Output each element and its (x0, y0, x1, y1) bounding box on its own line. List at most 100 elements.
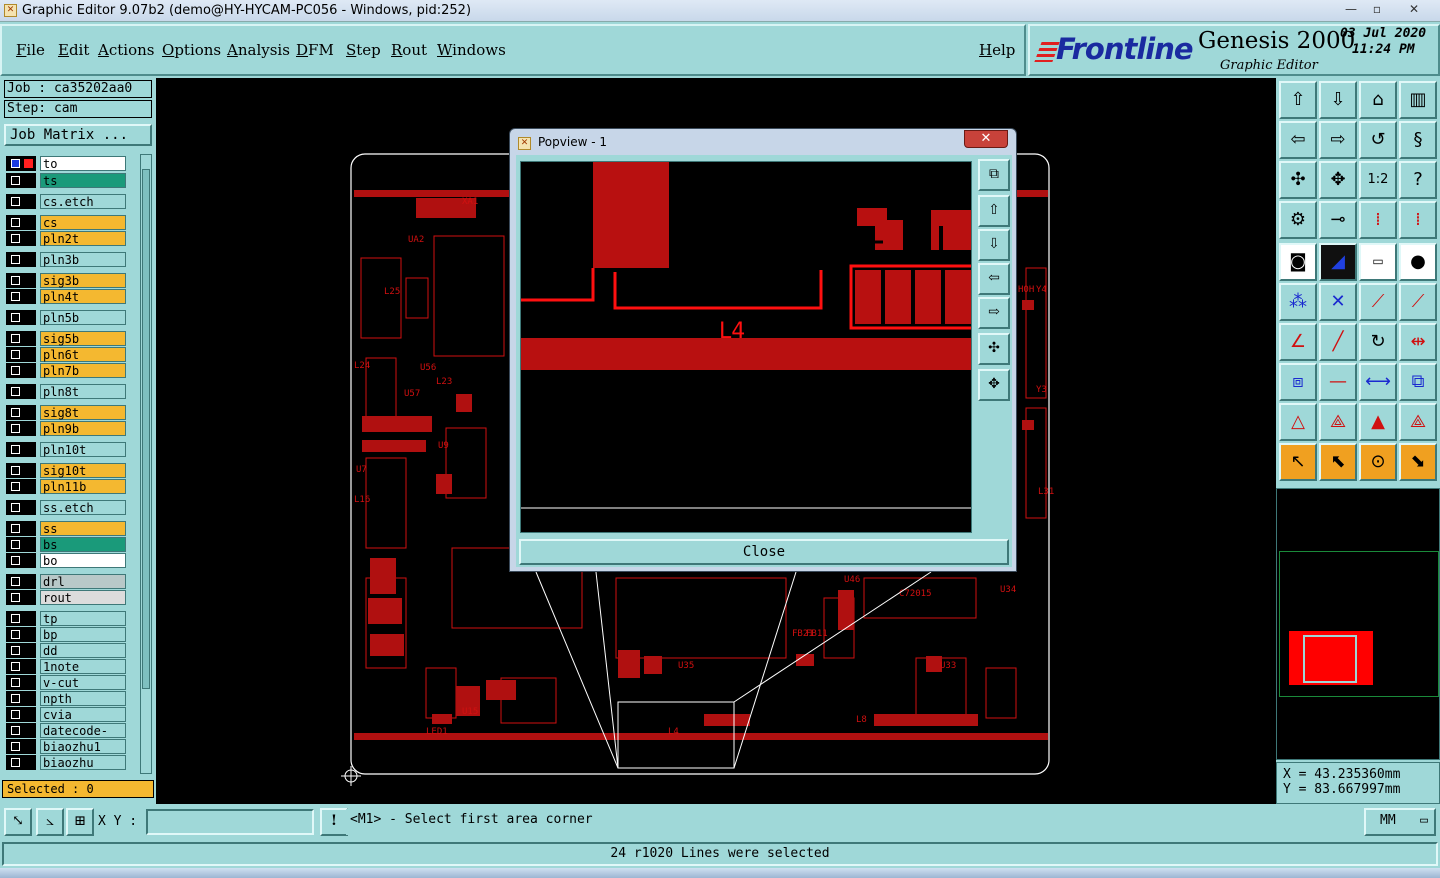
layer-visibility-checkbox[interactable] (6, 215, 36, 230)
restore-button[interactable]: ▫ (1364, 1, 1390, 19)
layer-name[interactable]: pln7b (40, 363, 126, 378)
layer-name[interactable]: cvia (40, 707, 126, 722)
layer-name[interactable]: ss (40, 521, 126, 536)
layer-name[interactable]: sig10t (40, 463, 126, 478)
menu-options[interactable]: Options (162, 41, 221, 59)
layer-visibility-checkbox[interactable] (6, 231, 36, 246)
layer-row[interactable]: ss (4, 521, 140, 536)
ruler-icon[interactable]: ▭ (1359, 243, 1397, 281)
align-icon[interactable]: ⟷ (1359, 363, 1397, 401)
overview-viewport[interactable] (1303, 635, 1357, 683)
scrollbar-thumb[interactable] (142, 169, 150, 689)
layer-name[interactable]: pln10t (40, 442, 126, 457)
popview-pan-up-icon[interactable]: ⇧ (978, 195, 1010, 227)
window-close-button[interactable]: ✕ (1394, 1, 1434, 19)
snap-icon[interactable]: ⤡ (4, 808, 32, 836)
layer-visibility-checkbox[interactable] (6, 347, 36, 362)
pan-left-icon[interactable]: ⇦ (1279, 121, 1317, 159)
layer-visibility-checkbox[interactable] (6, 739, 36, 754)
popview-pan-right-icon[interactable]: ⇨ (978, 297, 1010, 329)
layer-row[interactable]: pln8t (4, 384, 140, 399)
layer-row[interactable]: ts (4, 173, 140, 188)
layer-row[interactable]: sig3b (4, 273, 140, 288)
layer-visibility-checkbox[interactable] (6, 289, 36, 304)
layer-visibility-checkbox[interactable] (6, 194, 36, 209)
angle-icon[interactable]: ∠ (1279, 323, 1317, 361)
popview-close-button[interactable]: Close (519, 539, 1009, 565)
layer-row[interactable]: pln11b (4, 479, 140, 494)
layer-name[interactable]: sig5b (40, 331, 126, 346)
layer-name[interactable]: pln2t (40, 231, 126, 246)
pan-right-icon[interactable]: ⇨ (1319, 121, 1357, 159)
layer-visibility-checkbox[interactable] (6, 273, 36, 288)
layer-row[interactable]: cvia (4, 707, 140, 722)
menu-file[interactable]: File (16, 41, 45, 59)
menu-step[interactable]: Step (346, 41, 381, 59)
triangle-d-icon[interactable]: ⟁ (1399, 403, 1437, 441)
layer-name[interactable]: pln8t (40, 384, 126, 399)
xy-input[interactable] (146, 809, 314, 835)
arc-icon[interactable]: ↻ (1359, 323, 1397, 361)
layer-name[interactable]: bs (40, 537, 126, 552)
layer-name[interactable]: pln6t (40, 347, 126, 362)
layer-name[interactable]: pln9b (40, 421, 126, 436)
layer-row[interactable]: 1note (4, 659, 140, 674)
layer-name[interactable]: sig8t (40, 405, 126, 420)
units-select[interactable]: MM ▭ (1364, 808, 1436, 836)
popview-pan-left-icon[interactable]: ⇦ (978, 263, 1010, 295)
menu-rout[interactable]: Rout (391, 41, 427, 59)
popview-zoom-window-icon[interactable]: ⧉ (978, 159, 1010, 191)
select-net-icon[interactable]: ⬊ (1399, 443, 1437, 481)
split-view-icon[interactable]: ▥ (1399, 81, 1437, 119)
popview-canvas[interactable]: L4 (520, 161, 972, 533)
layer-visibility-checkbox[interactable] (6, 755, 36, 770)
layer-row[interactable]: pln10t (4, 442, 140, 457)
layer-visibility-checkbox[interactable] (6, 691, 36, 706)
diagonal-icon[interactable]: ╱ (1319, 323, 1357, 361)
layer-row[interactable]: pln4t (4, 289, 140, 304)
layer-visibility-checkbox[interactable] (6, 252, 36, 267)
popview-close-x-button[interactable]: ✕ (964, 130, 1008, 148)
layer-visibility-checkbox[interactable] (6, 675, 36, 690)
layer-visibility-checkbox[interactable] (6, 627, 36, 642)
layer-row[interactable]: sig5b (4, 331, 140, 346)
layer-name[interactable]: ss.etch (40, 500, 126, 515)
layer-visibility-checkbox[interactable] (6, 574, 36, 589)
layer-visibility-checkbox[interactable] (6, 310, 36, 325)
layer-name[interactable]: bo (40, 553, 126, 568)
layer-visibility-checkbox[interactable] (6, 405, 36, 420)
grid-icon[interactable]: ⊞ (66, 808, 94, 836)
triangle-b-icon[interactable]: ⟁ (1319, 403, 1357, 441)
settings-icon[interactable]: ⚙ (1279, 201, 1317, 239)
layer-row[interactable]: biaozhu1 (4, 739, 140, 754)
horizontal-line-icon[interactable]: — (1319, 363, 1357, 401)
layer-visibility-checkbox[interactable] (6, 421, 36, 436)
menu-dfm[interactable]: DFM (296, 41, 334, 59)
menu-edit[interactable]: Edit (58, 41, 89, 59)
zoom-ratio-icon[interactable]: 1:2 (1359, 161, 1397, 199)
line-draw-icon[interactable]: ◢ (1319, 243, 1357, 281)
layer-row[interactable]: to (4, 156, 140, 171)
layer-visibility-checkbox[interactable] (6, 723, 36, 738)
line-end-icon[interactable]: ⟋ (1399, 283, 1437, 321)
triangle-a-icon[interactable]: △ (1279, 403, 1317, 441)
layer-visibility-checkbox[interactable] (6, 521, 36, 536)
select-circle-icon[interactable]: ⊙ (1359, 443, 1397, 481)
layer-name[interactable]: rout (40, 590, 126, 605)
help-icon[interactable]: ? (1399, 161, 1437, 199)
layer-name[interactable]: pln5b (40, 310, 126, 325)
home-view-icon[interactable]: ⌂ (1359, 81, 1397, 119)
layer-visibility-checkbox[interactable] (6, 500, 36, 515)
select-pointer-icon[interactable]: ↖ (1279, 443, 1317, 481)
popview-zoom-fit-icon[interactable]: ✣ (978, 333, 1010, 365)
layer-visibility-checkbox[interactable] (6, 331, 36, 346)
layer-name[interactable]: pln3b (40, 252, 126, 267)
layer-row[interactable]: sig8t (4, 405, 140, 420)
layer-row[interactable]: pln2t (4, 231, 140, 246)
zoom-back-icon[interactable]: ↺ (1359, 121, 1397, 159)
alert-icon[interactable]: ! (320, 808, 348, 836)
layer-visibility-checkbox[interactable] (6, 537, 36, 552)
zoom-center-icon[interactable]: ✥ (1319, 161, 1357, 199)
layer-row[interactable]: biaozhu (4, 755, 140, 770)
layer-name[interactable]: ts (40, 173, 126, 188)
